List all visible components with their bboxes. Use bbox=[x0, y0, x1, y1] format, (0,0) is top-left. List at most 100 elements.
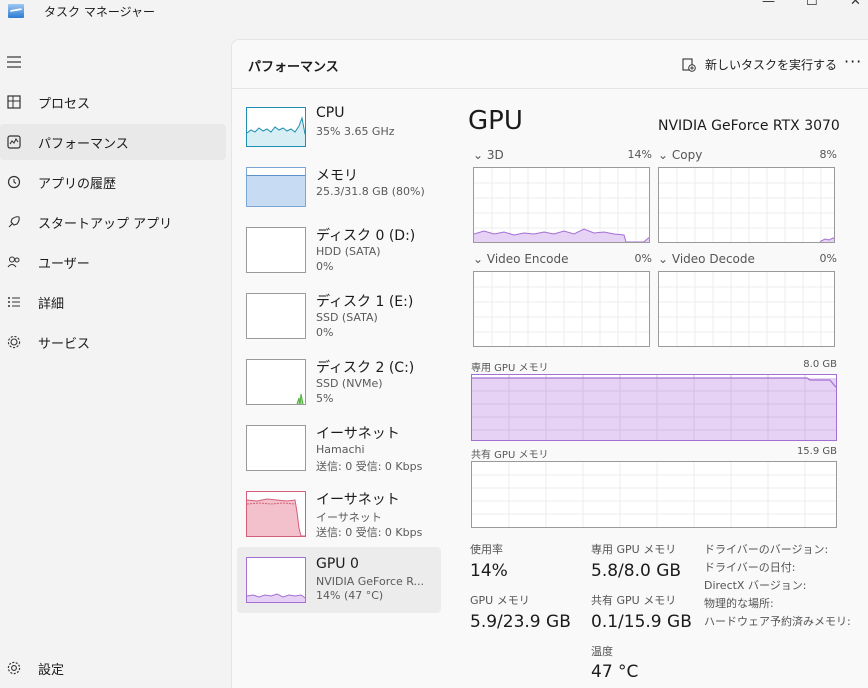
device-throughput: 送信: 0 受信: 0 Kbps bbox=[316, 526, 423, 539]
run-new-task-button[interactable]: 新しいタスクを実行する bbox=[682, 56, 837, 73]
device-memory[interactable]: メモリ 25.3/31.8 GB (80%) bbox=[237, 161, 441, 223]
temperature-value: 47 °C bbox=[591, 662, 639, 682]
nav-item-details[interactable]: 詳細 bbox=[0, 284, 226, 320]
history-icon bbox=[7, 175, 21, 189]
performance-panel: パフォーマンス 新しいタスクを実行する ··· CPU 35% 3.65 GHz… bbox=[231, 39, 868, 688]
chevron-down-icon: ⌄ bbox=[658, 148, 669, 162]
device-ethernet-hamachi[interactable]: イーサネット Hamachi 送信: 0 受信: 0 Kbps bbox=[237, 419, 441, 481]
nav-item-performance[interactable]: パフォーマンス bbox=[0, 124, 226, 160]
engine-label: 3D bbox=[486, 148, 504, 162]
usage-label: 使用率 bbox=[470, 543, 503, 556]
nav-item-label: プロセス bbox=[38, 96, 91, 112]
device-name: イーサネット bbox=[316, 492, 400, 508]
dedicated-memory-graph bbox=[471, 374, 837, 441]
device-disk-2[interactable]: ディスク 2 (C:) SSD (NVMe) 5% bbox=[237, 353, 441, 415]
task-manager-app-icon bbox=[8, 4, 24, 18]
device-name: メモリ bbox=[316, 168, 358, 184]
engine-video-decode-percent: 0% bbox=[819, 252, 837, 265]
device-name: イーサネット bbox=[316, 426, 400, 442]
device-gpu-0[interactable]: GPU 0 NVIDIA GeForce R... 14% (47 °C) bbox=[237, 547, 441, 613]
nav-item-label: サービス bbox=[38, 336, 91, 352]
device-cpu[interactable]: CPU 35% 3.65 GHz bbox=[237, 101, 441, 163]
device-detail: Hamachi bbox=[316, 443, 365, 456]
gpu-memory-value: 5.9/23.9 GB bbox=[470, 612, 571, 632]
nav-item-label: スタートアップ アプリ bbox=[38, 216, 173, 232]
nav-item-settings[interactable]: 設定 bbox=[0, 650, 226, 686]
device-throughput: 送信: 0 受信: 0 Kbps bbox=[316, 460, 423, 473]
chevron-down-icon: ⌄ bbox=[473, 252, 484, 266]
startup-icon bbox=[7, 215, 21, 229]
device-detail: NVIDIA GeForce R... bbox=[316, 575, 425, 588]
nav-item-services[interactable]: サービス bbox=[0, 324, 226, 360]
nav-item-label: ユーザー bbox=[38, 256, 90, 272]
shared-memory-graph bbox=[471, 461, 837, 528]
title-bar: タスク マネージャー — ☐ ✕ bbox=[0, 0, 868, 30]
gpu-model-name: NVIDIA GeForce RTX 3070 bbox=[658, 118, 840, 134]
engine-video-encode-graph bbox=[473, 271, 650, 347]
nav-item-processes[interactable]: プロセス bbox=[0, 84, 226, 120]
dedicated-stat-label: 専用 GPU メモリ bbox=[591, 543, 677, 556]
engine-video-encode-selector[interactable]: ⌄ Video Encode bbox=[473, 252, 568, 266]
engine-copy-percent: 8% bbox=[819, 148, 837, 161]
device-detail: イーサネット bbox=[316, 511, 382, 524]
new-task-icon bbox=[682, 57, 696, 72]
disk-1-thumbnail-graph bbox=[246, 293, 306, 339]
engine-video-encode-percent: 0% bbox=[634, 252, 652, 265]
physical-location-label: 物理的な場所: bbox=[704, 597, 774, 610]
settings-label: 設定 bbox=[38, 662, 65, 678]
performance-icon bbox=[7, 135, 21, 149]
device-name: ディスク 2 (C:) bbox=[316, 360, 415, 376]
gear-icon bbox=[7, 661, 21, 675]
nav-item-label: 詳細 bbox=[38, 296, 65, 312]
device-usage: 0% bbox=[316, 260, 334, 273]
nav-item-label: パフォーマンス bbox=[38, 136, 129, 152]
close-icon[interactable]: ✕ bbox=[850, 0, 861, 9]
process-icon bbox=[7, 95, 21, 109]
engine-label: Copy bbox=[671, 148, 703, 162]
device-name: ディスク 0 (D:) bbox=[316, 228, 416, 244]
nav-item-startup-apps[interactable]: スタートアップ アプリ bbox=[0, 204, 226, 240]
device-usage: 14% (47 °C) bbox=[316, 589, 384, 602]
dedicated-memory-label: 専用 GPU メモリ bbox=[471, 363, 549, 374]
device-disk-1[interactable]: ディスク 1 (E:) SSD (SATA) 0% bbox=[237, 287, 441, 349]
device-usage: 0% bbox=[316, 326, 334, 339]
engine-video-decode-selector[interactable]: ⌄ Video Decode bbox=[658, 252, 755, 266]
device-detail: 35% 3.65 GHz bbox=[316, 125, 395, 138]
engine-3d-percent: 14% bbox=[627, 148, 652, 161]
device-name: CPU bbox=[316, 105, 345, 121]
run-task-label: 新しいタスクを実行する bbox=[705, 58, 838, 72]
gpu-title: GPU bbox=[468, 106, 523, 136]
shared-memory-max: 15.9 GB bbox=[796, 446, 837, 457]
gpu-0-thumbnail-graph bbox=[246, 557, 306, 603]
more-options-icon[interactable]: ··· bbox=[844, 52, 862, 71]
shared-memory-label: 共有 GPU メモリ bbox=[471, 450, 549, 461]
shared-stat-label: 共有 GPU メモリ bbox=[591, 594, 677, 607]
usage-value: 14% bbox=[470, 561, 508, 581]
details-icon bbox=[7, 295, 21, 309]
nav-item-app-history[interactable]: アプリの履歴 bbox=[0, 164, 226, 200]
dedicated-stat-value: 5.8/8.0 GB bbox=[591, 561, 682, 581]
dedicated-memory-max: 8.0 GB bbox=[803, 359, 837, 370]
engine-3d-graph bbox=[473, 167, 650, 243]
engine-copy-selector[interactable]: ⌄ Copy bbox=[658, 148, 702, 162]
users-icon bbox=[7, 255, 21, 269]
cpu-thumbnail-graph bbox=[246, 107, 306, 147]
device-disk-0[interactable]: ディスク 0 (D:) HDD (SATA) 0% bbox=[237, 221, 441, 283]
nav-item-users[interactable]: ユーザー bbox=[0, 244, 226, 280]
memory-thumbnail-graph bbox=[246, 167, 306, 207]
directx-version-label: DirectX バージョン: bbox=[704, 579, 807, 592]
minimize-icon[interactable]: — bbox=[762, 0, 775, 9]
maximize-icon[interactable]: ☐ bbox=[806, 0, 818, 9]
engine-label: Video Decode bbox=[671, 252, 755, 266]
device-detail: HDD (SATA) bbox=[316, 245, 381, 258]
driver-date-label: ドライバーの日付: bbox=[704, 561, 796, 574]
device-detail: 25.3/31.8 GB (80%) bbox=[316, 185, 425, 198]
driver-version-label: ドライバーのバージョン: bbox=[704, 543, 829, 556]
gpu-memory-label: GPU メモリ bbox=[470, 594, 530, 607]
device-ethernet[interactable]: イーサネット イーサネット 送信: 0 受信: 0 Kbps bbox=[237, 485, 441, 547]
window-title: タスク マネージャー bbox=[44, 5, 155, 19]
temperature-label: 温度 bbox=[591, 645, 613, 658]
hamburger-menu-icon[interactable] bbox=[7, 55, 22, 69]
engine-3d-selector[interactable]: ⌄ 3D bbox=[473, 148, 504, 162]
engine-video-decode-graph bbox=[658, 271, 835, 347]
